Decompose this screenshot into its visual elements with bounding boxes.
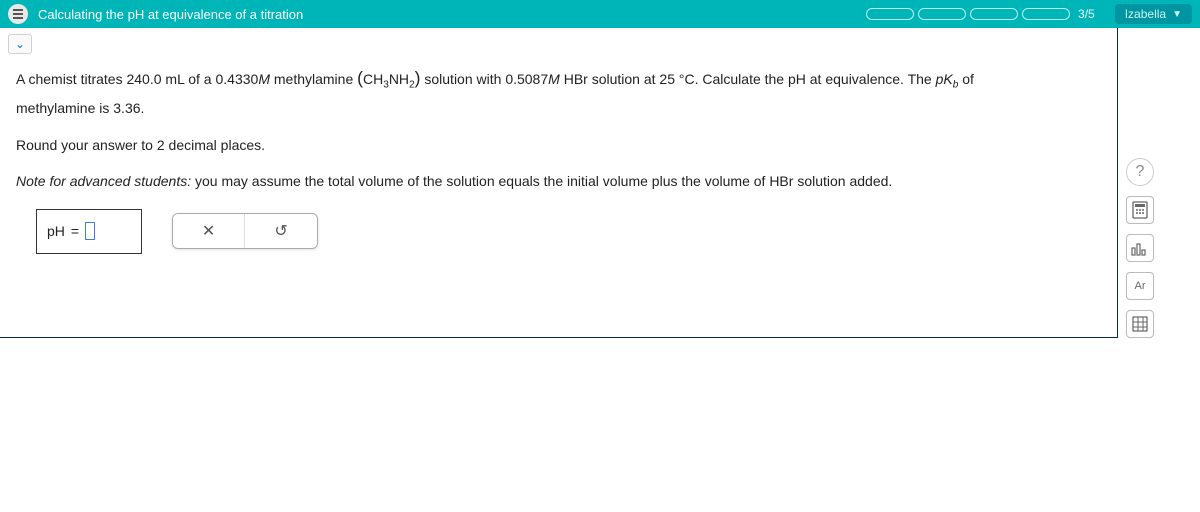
question-line-round: Round your answer to 2 decimal places. xyxy=(16,132,1101,159)
progress-segment xyxy=(1022,8,1070,20)
conc-acid: 0.5087 xyxy=(505,71,548,87)
question-body: A chemist titrates 240.0 mL of a 0.4330M… xyxy=(0,54,1117,278)
text: A chemist titrates xyxy=(16,71,126,87)
periodic-table-button[interactable]: Ar xyxy=(1126,272,1154,300)
text: methylamine xyxy=(270,71,357,87)
unit: M xyxy=(258,71,270,87)
argon-icon: Ar xyxy=(1135,280,1146,292)
page-title: Calculating the pH at equivalence of a t… xyxy=(38,7,856,22)
menu-icon[interactable] xyxy=(8,4,28,24)
decimal-places: 2 xyxy=(157,137,165,153)
chevron-down-icon: ⌄ xyxy=(15,37,25,51)
answer-input-box[interactable]: pH = xyxy=(36,209,142,254)
progress-segment xyxy=(918,8,966,20)
temperature: 25 °C xyxy=(659,71,694,87)
question-note: Note for advanced students: you may assu… xyxy=(16,168,1101,195)
progress-segment xyxy=(970,8,1018,20)
unit: M xyxy=(548,71,560,87)
formula: NH xyxy=(389,71,409,87)
help-button[interactable]: ? xyxy=(1126,158,1154,186)
text: Round your answer to xyxy=(16,137,157,153)
text: decimal places. xyxy=(165,137,265,153)
calculator-button[interactable] xyxy=(1126,196,1154,224)
note-label: Note for advanced students: xyxy=(16,173,191,189)
reset-button[interactable]: ↺ xyxy=(245,214,317,248)
answer-row: pH = ✕ ↺ xyxy=(16,209,1101,254)
text: of a xyxy=(184,71,215,87)
clear-button[interactable]: ✕ xyxy=(173,214,245,248)
formula: CH xyxy=(363,71,383,87)
progress-segment xyxy=(866,8,914,20)
answer-action-buttons: ✕ ↺ xyxy=(172,213,318,249)
text: HBr solution at xyxy=(560,71,660,87)
question-line-1: A chemist titrates 240.0 mL of a 0.4330M… xyxy=(16,62,1101,122)
conc-base: 0.4330 xyxy=(215,71,258,87)
question-icon: ? xyxy=(1136,163,1145,181)
progress-text: 3/5 xyxy=(1078,7,1095,21)
collapse-toggle[interactable]: ⌄ xyxy=(8,34,32,54)
topbar: Calculating the pH at equivalence of a t… xyxy=(0,0,1200,28)
close-icon: ✕ xyxy=(202,221,215,241)
chevron-down-icon: ▼ xyxy=(1172,9,1182,20)
text: . Calculate the pH at equivalence. The xyxy=(695,71,936,87)
volume-base: 240.0 mL xyxy=(126,71,184,87)
progress-indicator: 3/5 xyxy=(866,7,1095,21)
equals: = xyxy=(71,218,79,245)
content-panel: ⌄ A chemist titrates 240.0 mL of a 0.433… xyxy=(0,28,1118,338)
table-button[interactable] xyxy=(1126,310,1154,338)
pkb-value: 3.36 xyxy=(113,100,140,116)
text: . xyxy=(141,100,145,116)
text: methylamine is xyxy=(16,100,113,116)
grid-icon xyxy=(1132,316,1148,332)
text: of xyxy=(958,71,974,87)
text: solution with xyxy=(420,71,505,87)
user-menu[interactable]: Izabella ▼ xyxy=(1115,4,1192,24)
user-name: Izabella xyxy=(1125,7,1166,21)
answer-label: pH xyxy=(47,218,65,245)
chart-button[interactable] xyxy=(1126,234,1154,262)
bar-chart-icon xyxy=(1131,240,1149,256)
tool-sidebar: ? Ar xyxy=(1118,28,1162,338)
undo-icon: ↺ xyxy=(274,221,287,241)
answer-input[interactable] xyxy=(85,222,95,240)
note-text: you may assume the total volume of the s… xyxy=(191,173,892,189)
pk-K: K xyxy=(943,71,952,87)
calculator-icon xyxy=(1132,201,1148,219)
